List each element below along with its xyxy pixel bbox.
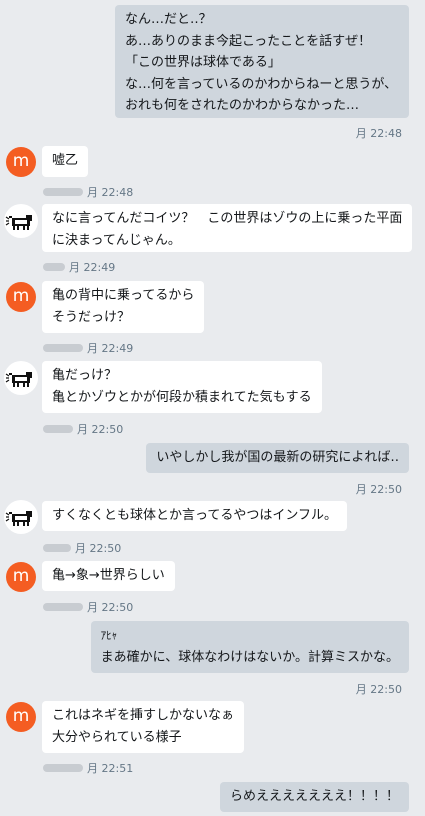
message-bubble-outgoing[interactable]: らめえええええええ！！！！ (219, 782, 409, 812)
message-line: 嘘乙 (52, 153, 79, 168)
message-bubble-outgoing[interactable]: いやしかし我が国の最新の研究によれば‥ (146, 443, 409, 473)
barking-dog-icon (5, 511, 32, 526)
message-line: 亀の背中に乗ってるから (52, 288, 195, 303)
message-meta: 月 22:48 (43, 184, 133, 200)
message-line: らめえええええええ！！！！ (229, 789, 399, 804)
message-line: な…何を言っているのかわからねーと思うが、 (125, 76, 398, 92)
avatar[interactable]: m (6, 562, 36, 592)
blurred-username (43, 344, 83, 352)
message-bubble-incoming[interactable]: なに言ってんだコイツ？ この世界はゾウの上に乗った平面 に決まってんじゃん。 (42, 204, 413, 252)
message-line: なに言ってんだコイツ？ この世界はゾウの上に乗った平面 (52, 211, 403, 226)
message-timestamp: 月 22:49 (87, 342, 134, 355)
message-line: 亀→象→世界らしい (52, 568, 165, 583)
blurred-username (43, 188, 83, 196)
message-line: あ…ありのまま今起こったことを話すぜ！ (125, 33, 372, 49)
blurred-username (43, 425, 73, 433)
message-meta: 月 22:50 (43, 599, 133, 615)
avatar[interactable]: m (6, 147, 36, 177)
avatar-dog-icon[interactable] (4, 204, 38, 238)
message-bubble-incoming[interactable]: すくなくとも球体とか言ってるやつはインフル。 (42, 501, 347, 531)
message-line: 「この世界は球体である」 (125, 55, 281, 70)
message-line: に決まってんじゃん。 (52, 232, 181, 248)
message-line: 亀だっけ？ (52, 368, 118, 383)
message-bubble-incoming[interactable]: 亀→象→世界らしい (42, 561, 175, 591)
message-timestamp: 月 22:48 (355, 127, 402, 140)
message-meta: 月 22:50 (43, 540, 121, 556)
message-timestamp: 月 22:48 (87, 186, 134, 199)
message-line: すくなくとも球体とか言ってるやつはインフル。 (52, 508, 337, 523)
blurred-username (43, 603, 83, 611)
message-timestamp: 月 22:50 (75, 542, 122, 555)
message-line: 大分やられている様子 (52, 729, 182, 745)
message-timestamp: 月 22:51 (87, 762, 134, 775)
message-line: これはネギを挿すしかないなぁ (52, 708, 235, 723)
message-bubble-incoming[interactable]: 亀の背中に乗ってるから そうだっけ？ (42, 281, 205, 333)
barking-dog-icon (5, 372, 32, 387)
message-bubble-outgoing[interactable]: ｱﾋｬ まあ確かに、球体なわけはないか。計算ミスかな。 (90, 621, 409, 673)
message-line: ｱﾋｬ (100, 629, 118, 642)
message-line: なん…だと‥？ (125, 12, 212, 27)
message-bubble-incoming[interactable]: 嘘乙 (42, 146, 89, 177)
blurred-username (43, 544, 71, 552)
barking-dog-icon (5, 215, 32, 230)
message-meta: 月 22:49 (43, 259, 115, 275)
message-line: 亀とかゾウとかが何段か積まれてた気もする (52, 389, 312, 405)
message-bubble-outgoing[interactable]: なん…だと‥？ あ…ありのまま今起こったことを話すぜ！ 「この世界は球体である」… (115, 5, 409, 118)
message-timestamp: 月 22:50 (87, 601, 134, 614)
avatar-dog-icon[interactable] (4, 500, 38, 534)
message-line: そうだっけ？ (52, 309, 131, 325)
message-timestamp: 月 22:50 (77, 423, 124, 436)
message-meta: 月 22:51 (43, 760, 133, 776)
blurred-username (43, 764, 83, 772)
message-meta: 月 22:50 (43, 421, 123, 437)
blurred-username (43, 263, 65, 271)
message-timestamp: 月 22:49 (69, 261, 116, 274)
message-meta: 月 22:49 (43, 340, 133, 356)
message-line: まあ確かに、球体なわけはないか。計算ミスかな。 (100, 649, 399, 665)
message-timestamp: 月 22:50 (355, 683, 402, 696)
message-line: いやしかし我が国の最新の研究によれば‥ (156, 450, 399, 465)
avatar[interactable]: m (6, 282, 36, 312)
avatar[interactable]: m (6, 702, 36, 732)
message-bubble-incoming[interactable]: 亀だっけ？ 亀とかゾウとかが何段か積まれてた気もする (42, 361, 322, 413)
message-bubble-incoming[interactable]: これはネギを挿すしかないなぁ 大分やられている様子 (42, 701, 245, 753)
avatar-dog-icon[interactable] (4, 361, 38, 395)
message-timestamp: 月 22:50 (355, 483, 402, 496)
message-line: おれも何をされたのかわからなかった… (125, 98, 360, 113)
